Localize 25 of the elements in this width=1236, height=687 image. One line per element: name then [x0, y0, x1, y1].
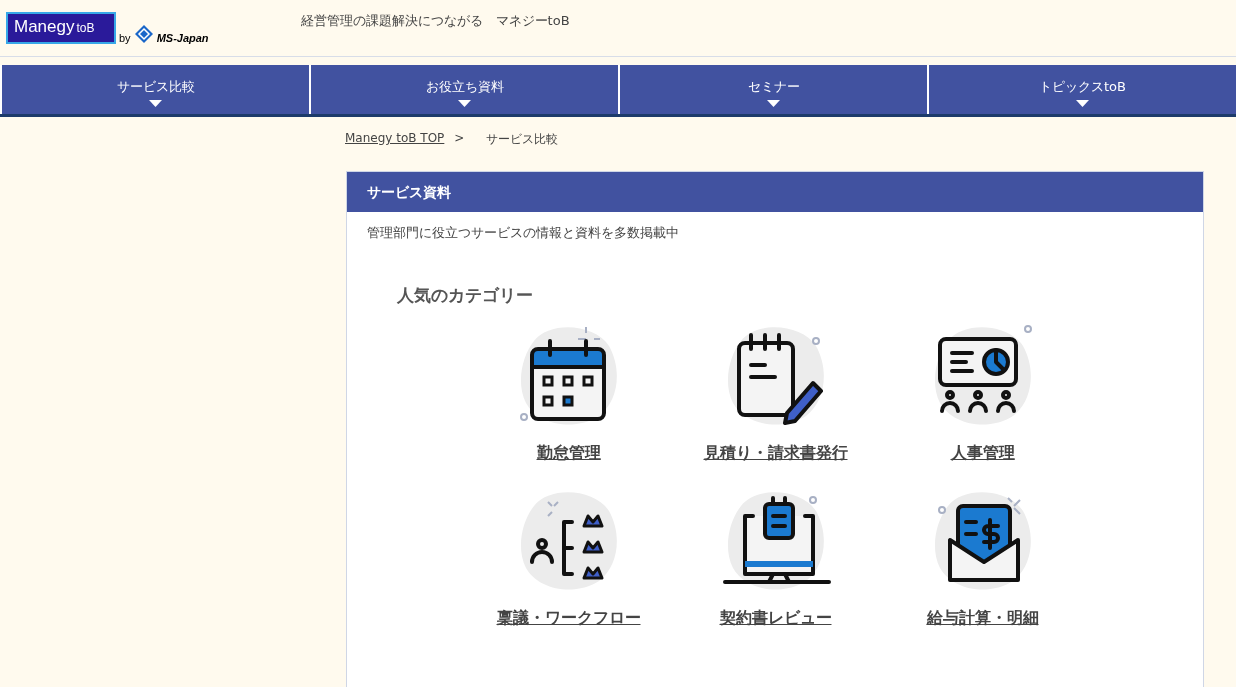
category-link[interactable]: 見積り・請求書発行: [703, 443, 848, 464]
nav-tab[interactable]: トピックスtoB: [927, 65, 1236, 114]
caret-icon: [458, 100, 471, 107]
breadcrumb-link[interactable]: Manegy toB TOP: [345, 131, 445, 147]
category-link[interactable]: 勤怠管理: [536, 443, 601, 464]
company-name: MS-Japan: [156, 32, 209, 44]
category-link[interactable]: 給与計算・明細: [926, 608, 1039, 629]
category-link[interactable]: 人事管理: [950, 443, 1015, 464]
panel-description: 管理部門に役立つサービスの情報と資料を多数掲載中: [367, 224, 680, 242]
caret-icon: [1076, 100, 1089, 107]
nav-tab[interactable]: お役立ち資料: [309, 65, 618, 114]
nav-tab[interactable]: セミナー: [618, 65, 927, 114]
nav-tab[interactable]: サービス比較: [0, 65, 309, 114]
diamond-logo-icon: [133, 24, 154, 44]
caret-icon: [767, 100, 780, 107]
breadcrumb-current: サービス比較: [486, 131, 559, 147]
category-link[interactable]: 契約書レビュー: [719, 608, 832, 629]
breadcrumb-separator: >: [454, 131, 465, 147]
category-link[interactable]: 稟議・ワークフロー: [496, 608, 641, 629]
panel-title: サービス資料: [347, 172, 1203, 212]
section-title: 人気のカテゴリー: [397, 284, 534, 307]
site-logo[interactable]: ManegytoB: [6, 12, 116, 44]
caret-icon: [149, 100, 162, 107]
by-label: by: [119, 32, 131, 44]
tagline: 経営管理の課題解決につながる マネジーtoB: [300, 12, 570, 30]
